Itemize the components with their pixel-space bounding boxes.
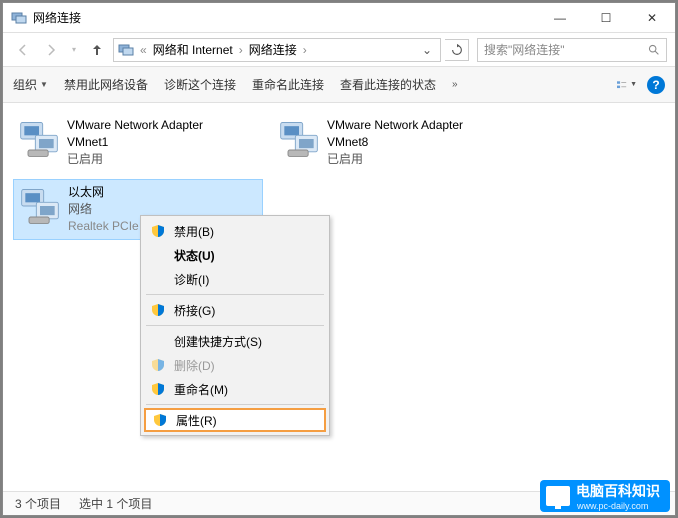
view-options-button[interactable]: ▼: [617, 75, 637, 95]
watermark: 电脑百科知识 www.pc-daily.com: [540, 480, 670, 512]
watermark-text: 电脑百科知识: [576, 481, 660, 501]
shield-icon: [151, 303, 165, 317]
navigation-bar: ▾ « 网络和 Internet › 网络连接 › ⌄ 搜索"网络连接": [3, 33, 675, 67]
adapter-name: VMware Network Adapter: [67, 117, 203, 134]
menu-separator: [146, 294, 324, 295]
network-adapter-icon: [18, 184, 62, 228]
close-button[interactable]: ✕: [629, 3, 675, 33]
window-title: 网络连接: [33, 9, 537, 26]
search-input[interactable]: 搜索"网络连接": [477, 38, 667, 62]
search-icon: [647, 43, 660, 56]
status-item-count: 3 个项目: [15, 495, 61, 512]
recent-button[interactable]: ▾: [67, 38, 81, 62]
folder-icon: [118, 42, 134, 58]
breadcrumb-chevron-icon[interactable]: ›: [301, 43, 309, 57]
minimize-button[interactable]: —: [537, 3, 583, 33]
help-button[interactable]: ?: [647, 76, 665, 94]
menu-rename[interactable]: 重命名(M): [144, 377, 326, 401]
watermark-url: www.pc-daily.com: [577, 501, 660, 511]
status-selected-count: 选中 1 个项目: [79, 495, 152, 512]
breadcrumb-item[interactable]: 网络和 Internet: [153, 41, 233, 58]
diagnose-button[interactable]: 诊断这个连接: [164, 76, 236, 93]
address-dropdown-icon[interactable]: ⌄: [418, 43, 436, 57]
adapter-name: VMware Network Adapter: [327, 117, 463, 134]
menu-bridge[interactable]: 桥接(G): [144, 298, 326, 322]
shield-icon: [151, 224, 165, 238]
explorer-window: 网络连接 — ☐ ✕ ▾ « 网络和 Internet › 网络连接 › ⌄: [2, 2, 676, 516]
up-button[interactable]: [85, 38, 109, 62]
menu-status[interactable]: 状态(U): [144, 243, 326, 267]
address-bar[interactable]: « 网络和 Internet › 网络连接 › ⌄: [113, 38, 441, 62]
adapter-item-vmnet8[interactable]: VMware Network Adapter VMnet8 已启用: [273, 113, 523, 171]
shield-icon: [151, 382, 165, 396]
search-placeholder: 搜索"网络连接": [484, 41, 565, 58]
network-adapter-icon: [277, 117, 321, 161]
adapter-status: 已启用: [327, 151, 463, 168]
maximize-button[interactable]: ☐: [583, 3, 629, 33]
menu-separator: [146, 325, 324, 326]
overflow-chevron-icon[interactable]: »: [452, 79, 458, 90]
organize-menu[interactable]: 组织▼: [13, 76, 48, 93]
shield-icon: [153, 413, 167, 427]
network-adapter-icon: [17, 117, 61, 161]
adapter-item-vmnet1[interactable]: VMware Network Adapter VMnet1 已启用: [13, 113, 263, 171]
breadcrumb-sep: «: [138, 43, 149, 57]
titlebar: 网络连接 — ☐ ✕: [3, 3, 675, 33]
content-area: VMware Network Adapter VMnet1 已启用 VMware…: [3, 103, 675, 491]
shield-icon: [151, 358, 165, 372]
breadcrumb-item[interactable]: 网络连接: [249, 41, 297, 58]
network-connections-icon: [11, 10, 27, 26]
disable-device-button[interactable]: 禁用此网络设备: [64, 76, 148, 93]
menu-properties[interactable]: 属性(R): [144, 408, 326, 432]
view-status-button[interactable]: 查看此连接的状态: [340, 76, 436, 93]
adapter-subname: VMnet1: [67, 134, 203, 151]
context-menu: 禁用(B) 状态(U) 诊断(I) 桥接(G) 创建快捷方式(S) 删除(D) …: [140, 215, 330, 436]
menu-disable[interactable]: 禁用(B): [144, 219, 326, 243]
rename-button[interactable]: 重命名此连接: [252, 76, 324, 93]
menu-delete[interactable]: 删除(D): [144, 353, 326, 377]
menu-diagnose[interactable]: 诊断(I): [144, 267, 326, 291]
adapter-name: 以太网: [68, 184, 248, 201]
window-controls: — ☐ ✕: [537, 3, 675, 33]
menu-separator: [146, 404, 324, 405]
command-bar: 组织▼ 禁用此网络设备 诊断这个连接 重命名此连接 查看此连接的状态 » ▼ ?: [3, 67, 675, 103]
breadcrumb-chevron-icon[interactable]: ›: [237, 43, 245, 57]
adapter-status: 已启用: [67, 151, 203, 168]
chevron-down-icon: ▼: [40, 80, 48, 89]
back-button[interactable]: [11, 38, 35, 62]
refresh-button[interactable]: [445, 39, 469, 61]
menu-shortcut[interactable]: 创建快捷方式(S): [144, 329, 326, 353]
monitor-icon: [546, 486, 570, 506]
forward-button[interactable]: [39, 38, 63, 62]
adapter-subname: VMnet8: [327, 134, 463, 151]
